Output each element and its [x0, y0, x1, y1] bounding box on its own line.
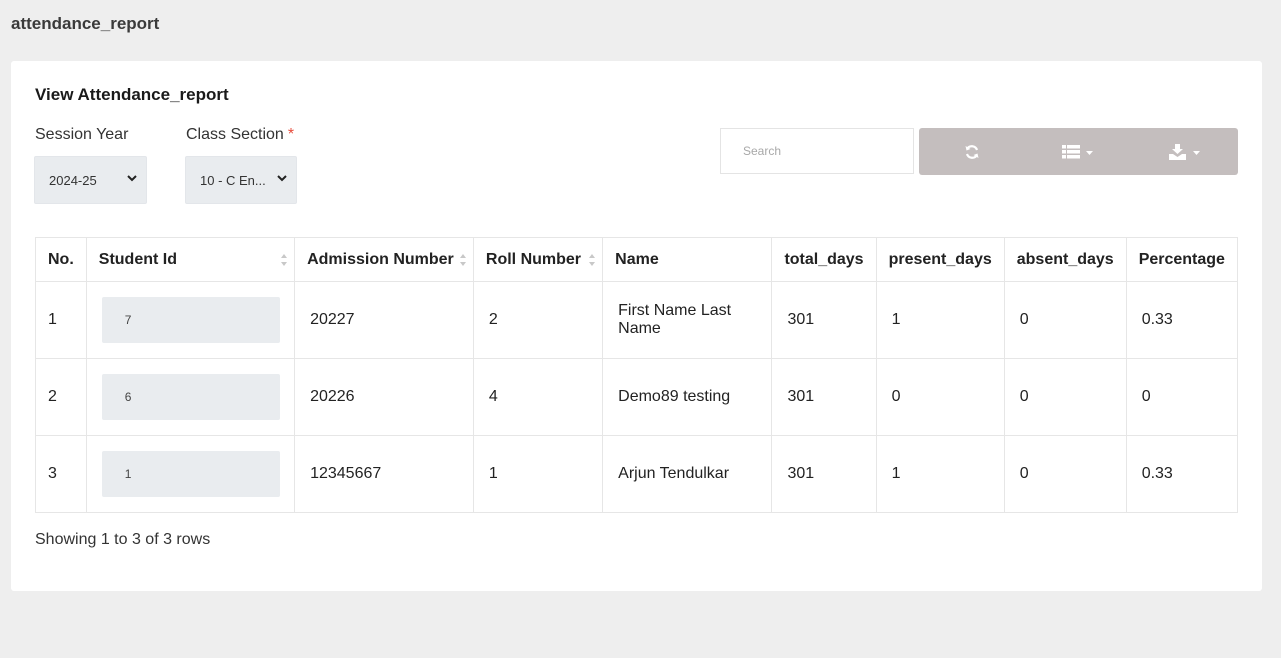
- cell-present-days: 1: [875, 281, 1005, 359]
- header-total-days: total_days: [771, 237, 877, 282]
- cell-name: Arjun Tendulkar: [602, 435, 773, 513]
- cell-total-days: 301: [771, 281, 877, 359]
- columns-button[interactable]: [1025, 128, 1131, 175]
- session-year-select[interactable]: 2024-25: [34, 156, 147, 204]
- header-absent-days: absent_days: [1003, 237, 1127, 282]
- chevron-down-icon: [127, 175, 137, 182]
- columns-icon: [1062, 144, 1094, 158]
- header-name: Name: [602, 237, 773, 282]
- cell-present-days: 1: [875, 435, 1005, 513]
- cell-roll-number: 4: [472, 358, 604, 436]
- cell-name: First Name Last Name: [602, 281, 773, 359]
- header-percentage: Percentage: [1125, 237, 1239, 282]
- cell-student-id: 6: [85, 358, 296, 436]
- header-present-days: present_days: [875, 237, 1005, 282]
- required-mark: *: [287, 126, 295, 143]
- chevron-down-icon: [277, 175, 287, 182]
- cell-no: 1: [35, 281, 87, 359]
- sort-icon: [281, 254, 288, 266]
- cell-percentage: 0: [1125, 358, 1239, 436]
- cell-roll-number: 1: [472, 435, 604, 513]
- sort-icon: [459, 254, 466, 266]
- cell-absent-days: 0: [1003, 281, 1127, 359]
- cell-admission-number: 20226: [294, 358, 474, 436]
- session-year-value: 2024-25: [49, 172, 97, 188]
- cell-total-days: 301: [771, 435, 877, 513]
- export-icon: [1168, 143, 1200, 160]
- table-row: 2 6 20226 4 Demo89 testing 301 0 0 0: [35, 358, 1239, 436]
- pagination-info: Showing 1 to 3 of 3 rows: [35, 531, 211, 548]
- header-no: No.: [35, 237, 87, 282]
- cell-student-id: 7: [85, 281, 296, 359]
- cell-no: 2: [35, 358, 87, 436]
- page-title: attendance_report: [11, 14, 160, 33]
- cell-name: Demo89 testing: [602, 358, 773, 436]
- cell-percentage: 0.33: [1125, 435, 1239, 513]
- student-id-field[interactable]: 6: [101, 374, 280, 420]
- cell-no: 3: [35, 435, 87, 513]
- refresh-icon: [965, 144, 979, 159]
- student-id-field[interactable]: 1: [101, 451, 280, 497]
- session-year-label: Session Year: [35, 126, 129, 143]
- cell-absent-days: 0: [1003, 358, 1127, 436]
- export-button[interactable]: [1132, 128, 1238, 175]
- class-section-select[interactable]: 10 - C En...: [185, 156, 297, 204]
- refresh-button[interactable]: [919, 128, 1025, 175]
- class-section-value: 10 - C En...: [200, 172, 266, 188]
- header-admission-number[interactable]: Admission Number: [294, 237, 474, 282]
- student-id-field[interactable]: 7: [101, 297, 280, 343]
- table-row: 1 7 20227 2 First Name Last Name 301 1 0…: [35, 281, 1239, 359]
- attendance-card: View Attendance_report Session Year 2024…: [11, 61, 1262, 591]
- table-row: 3 1 12345667 1 Arjun Tendulkar 301 1 0 0…: [35, 435, 1239, 513]
- cell-present-days: 0: [875, 358, 1005, 436]
- header-student-id[interactable]: Student Id: [85, 237, 296, 282]
- search-input[interactable]: [720, 128, 914, 174]
- cell-admission-number: 20227: [294, 281, 474, 359]
- table-header-row: No. Student Id Admission Number Roll Num…: [35, 237, 1239, 282]
- header-roll-number[interactable]: Roll Number: [472, 237, 604, 282]
- cell-absent-days: 0: [1003, 435, 1127, 513]
- class-section-label: Class Section *: [186, 126, 295, 143]
- cell-admission-number: 12345667: [294, 435, 474, 513]
- table-toolbar: [919, 128, 1238, 175]
- cell-percentage: 0.33: [1125, 281, 1239, 359]
- cell-total-days: 301: [771, 358, 877, 436]
- card-title: View Attendance_report: [35, 85, 229, 104]
- cell-roll-number: 2: [472, 281, 604, 359]
- sort-icon: [589, 254, 596, 266]
- cell-student-id: 1: [85, 435, 296, 513]
- attendance-table: No. Student Id Admission Number Roll Num…: [35, 237, 1239, 513]
